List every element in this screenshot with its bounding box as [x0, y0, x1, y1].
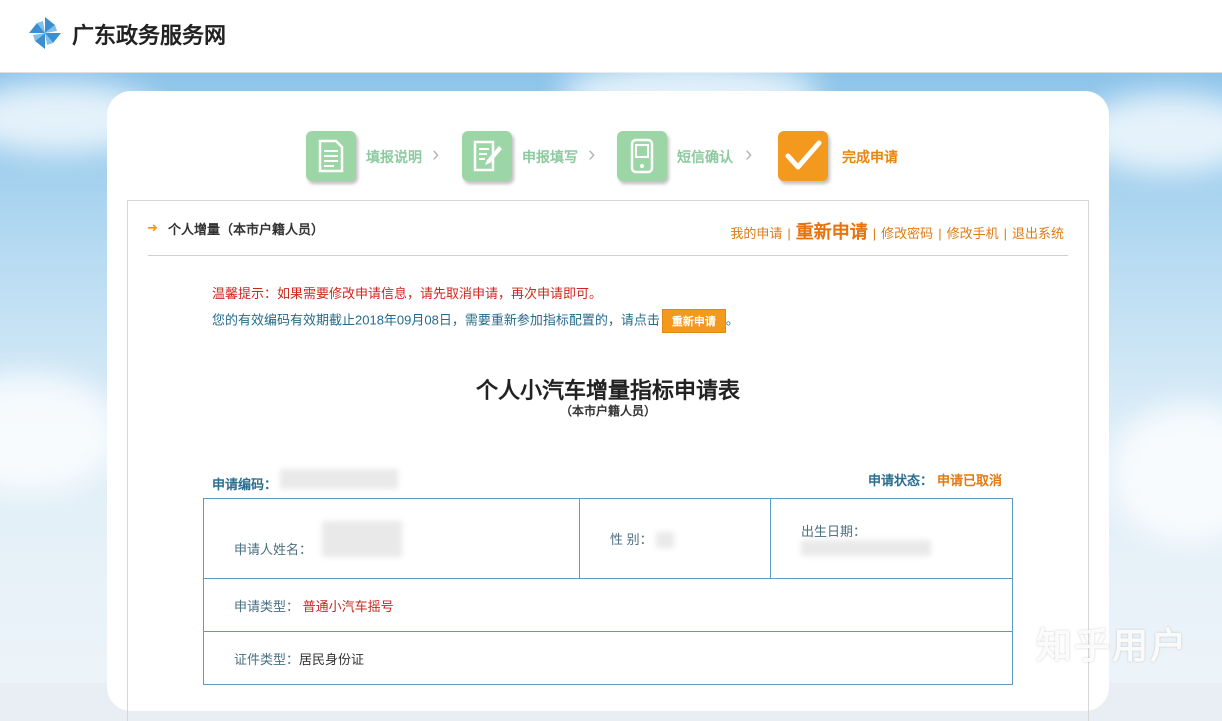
- status-value: 申请已取消: [936, 473, 1002, 488]
- form-subtitle: （本市户籍人员）: [559, 404, 656, 418]
- progress-steps: 填报说明 › 申报填写 › 短信确认 › 完成申请: [107, 91, 1109, 201]
- chevron-right-icon: ›: [588, 141, 596, 166]
- apply-type-label: 申请类型：: [234, 598, 300, 614]
- step-label: 填报说明: [366, 150, 422, 166]
- content-box: ➜ 个人增量（本市户籍人员） 我的申请 | 重新申请 | 修改密码 | 修改手机 | 退出系统 …: [127, 200, 1089, 721]
- arrow-right-icon: ➜: [147, 220, 158, 235]
- application-code-label: 申请编码：: [212, 477, 278, 492]
- user-nav: 我的申请 | 重新申请 | 修改密码 | 修改手机 | 退出系统: [730, 222, 1064, 242]
- gender-label: 性 别：: [610, 531, 653, 547]
- redacted-code: [280, 469, 398, 489]
- pinwheel-icon[interactable]: [27, 15, 63, 51]
- edit-form-icon: [462, 131, 512, 181]
- step-label: 短信确认: [677, 150, 733, 166]
- top-bar: 广东政务服务网: [0, 0, 1222, 73]
- change-password-link[interactable]: 修改密码: [881, 226, 933, 241]
- site-name[interactable]: 广东政务服务网: [72, 18, 226, 50]
- applicant-name-label: 申请人姓名：: [234, 541, 313, 557]
- watermark: 知乎用户: [1036, 626, 1189, 667]
- section-title: 个人增量（本市户籍人员）: [168, 222, 325, 237]
- expiry-text: 您的有效编码有效期截止2018年09月08日，需要重新参加指标配置的，请点击: [212, 312, 660, 328]
- table-row: 申请人姓名： 性 别： 出生日期：: [203, 498, 1013, 579]
- my-apply-link[interactable]: 我的申请: [730, 226, 782, 241]
- expiry-notice: 您的有效编码有效期截止2018年09月08日，需要重新参加指标配置的，请点击 重新…: [212, 309, 739, 333]
- step-label: 完成申请: [842, 150, 898, 166]
- status-label: 申请状态：: [867, 473, 933, 488]
- redacted-birth-date: [801, 540, 931, 557]
- warm-tip: 温馨提示：如果需要修改申请信息，请先取消申请，再次申请即可。: [212, 286, 603, 301]
- chevron-right-icon: ›: [432, 141, 440, 166]
- checkmark-icon: [778, 131, 828, 181]
- phone-icon: [617, 131, 667, 181]
- application-status: 申请状态： 申请已取消: [868, 470, 1002, 489]
- reapply-link[interactable]: 重新申请: [796, 222, 868, 242]
- change-phone-link[interactable]: 修改手机: [947, 226, 999, 241]
- main-panel: 填报说明 › 申报填写 › 短信确认 › 完成申请 ➜ 个人增量（本市户籍人员）: [107, 91, 1109, 721]
- gender-cell: 性 别：: [579, 498, 771, 579]
- id-type-cell: 证件类型：居民身份证: [203, 631, 1013, 685]
- document-icon: [306, 131, 356, 181]
- type-cell: 申请类型： 普通小汽车摇号: [203, 578, 1013, 632]
- redacted-gender: [656, 532, 675, 549]
- table-row: 证件类型：居民身份证: [203, 631, 1013, 685]
- birth-cell: 出生日期：: [770, 498, 1013, 579]
- divider: [148, 255, 1068, 256]
- id-type-value: 居民身份证: [299, 651, 365, 667]
- chevron-right-icon: ›: [745, 141, 753, 166]
- expiry-tail: 。: [725, 312, 739, 328]
- logout-link[interactable]: 退出系统: [1012, 226, 1064, 241]
- redacted-name: [321, 520, 402, 557]
- table-row: 申请类型： 普通小汽车摇号: [203, 578, 1013, 632]
- birth-date-label: 出生日期：: [801, 523, 867, 539]
- form-title: 个人小汽车增量指标申请表: [475, 379, 740, 404]
- id-type-label: 证件类型：: [234, 651, 300, 667]
- apply-type-value: 普通小汽车摇号: [302, 598, 394, 614]
- reapply-button[interactable]: 重新申请: [661, 309, 726, 333]
- name-cell: 申请人姓名：: [203, 498, 580, 579]
- step-label: 申报填写: [522, 150, 578, 166]
- application-table: 申请人姓名： 性 别： 出生日期： 申请类型： 普通小汽车摇号 证件类型：居民身…: [203, 498, 1013, 685]
